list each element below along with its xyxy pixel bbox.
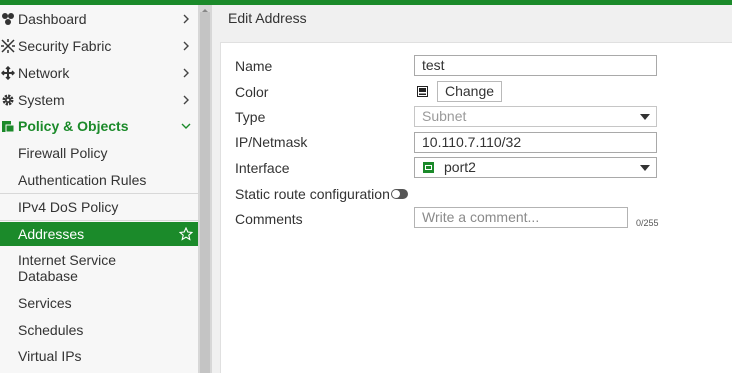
type-select[interactable]: Subnet — [414, 106, 657, 127]
sidebar-item-label: Network — [18, 65, 70, 81]
ip-netmask-label: IP/Netmask — [235, 134, 308, 150]
color-swatch-icon — [417, 86, 428, 97]
change-color-button[interactable]: Change — [437, 81, 503, 102]
sidebar-subitem-virtual-ips[interactable]: Virtual IPs — [0, 345, 198, 367]
network-icon — [0, 65, 16, 81]
color-label: Color — [235, 84, 269, 100]
chevron-right-icon — [183, 95, 189, 105]
sidebar-item-label: Security Fabric — [18, 38, 112, 54]
static-route-toggle[interactable] — [391, 189, 408, 199]
page-title: Edit Address — [228, 10, 307, 26]
sidebar-subitem-firewall-policy[interactable]: Firewall Policy — [0, 142, 198, 164]
sidebar-item-policy-objects[interactable]: Policy & Objects — [0, 115, 198, 137]
edit-address-form: Name test Color Change Type Subnet IP/Ne… — [220, 42, 732, 373]
chevron-right-icon — [183, 41, 189, 51]
sidebar-subitem-services[interactable]: Services — [0, 292, 198, 314]
type-select-value: Subnet — [422, 108, 467, 124]
sidebar: Dashboard Security Fabric Network System… — [0, 5, 198, 373]
sidebar-scrollbar-thumb[interactable] — [200, 12, 210, 373]
name-label: Name — [235, 58, 273, 74]
sidebar-subitem-ipv4-dos-policy[interactable]: IPv4 DoS Policy — [0, 196, 198, 218]
sidebar-subitem-label: Firewall Policy — [18, 145, 108, 161]
sidebar-subitem-label: Authentication Rules — [18, 172, 147, 188]
chevron-down-icon — [640, 114, 650, 120]
sidebar-item-label: System — [18, 92, 65, 108]
security-fabric-icon — [0, 38, 16, 54]
sidebar-item-network[interactable]: Network — [0, 62, 198, 84]
policy-objects-icon — [0, 118, 16, 134]
sidebar-subitem-label: Internet Service — [18, 252, 117, 268]
sidebar-item-security-fabric[interactable]: Security Fabric — [0, 35, 198, 57]
sidebar-subitem-label: Virtual IPs — [18, 348, 82, 364]
sidebar-item-dashboard[interactable]: Dashboard — [0, 8, 198, 30]
chevron-down-icon — [640, 165, 650, 171]
toggle-knob — [392, 190, 400, 198]
sidebar-subitem-label: Services — [18, 295, 72, 311]
chevron-right-icon — [183, 14, 189, 24]
chevron-down-icon — [181, 123, 191, 129]
sidebar-subitem-label: IPv4 DoS Policy — [18, 199, 119, 215]
interface-select-value: port2 — [444, 159, 476, 175]
gear-icon — [0, 92, 16, 108]
comments-character-counter: 0/255 — [636, 218, 659, 228]
sidebar-divider — [0, 193, 198, 194]
interface-label: Interface — [235, 160, 290, 176]
sidebar-subitem-authentication-rules[interactable]: Authentication Rules — [0, 169, 198, 191]
chevron-right-icon — [183, 68, 189, 78]
sidebar-subitem-schedules[interactable]: Schedules — [0, 319, 198, 341]
port-icon — [423, 162, 434, 173]
interface-select[interactable]: port2 — [414, 157, 657, 178]
comments-textarea[interactable]: Write a comment... — [414, 207, 628, 228]
sidebar-subitem-label: Addresses — [18, 226, 85, 242]
sidebar-subitem-addresses[interactable]: Addresses — [0, 222, 198, 246]
name-input[interactable]: test — [414, 55, 657, 76]
comments-label: Comments — [235, 211, 303, 227]
sidebar-subitem-internet-service-database[interactable]: Internet Service Database — [0, 250, 198, 284]
ip-netmask-input[interactable]: 10.110.7.110/32 — [414, 132, 657, 153]
sidebar-subitem-label: Schedules — [18, 322, 84, 338]
dashboard-icon — [0, 11, 16, 27]
sidebar-divider — [0, 220, 198, 221]
main-content: Edit Address Name test Color Change Type… — [212, 5, 732, 373]
type-label: Type — [235, 109, 266, 125]
static-route-label: Static route configuration — [235, 186, 390, 202]
sidebar-item-system[interactable]: System — [0, 89, 198, 111]
sidebar-item-label: Policy & Objects — [18, 118, 129, 134]
star-icon[interactable] — [179, 227, 193, 241]
sidebar-subitem-label-line2: Database — [18, 268, 78, 284]
sidebar-item-label: Dashboard — [18, 11, 87, 27]
